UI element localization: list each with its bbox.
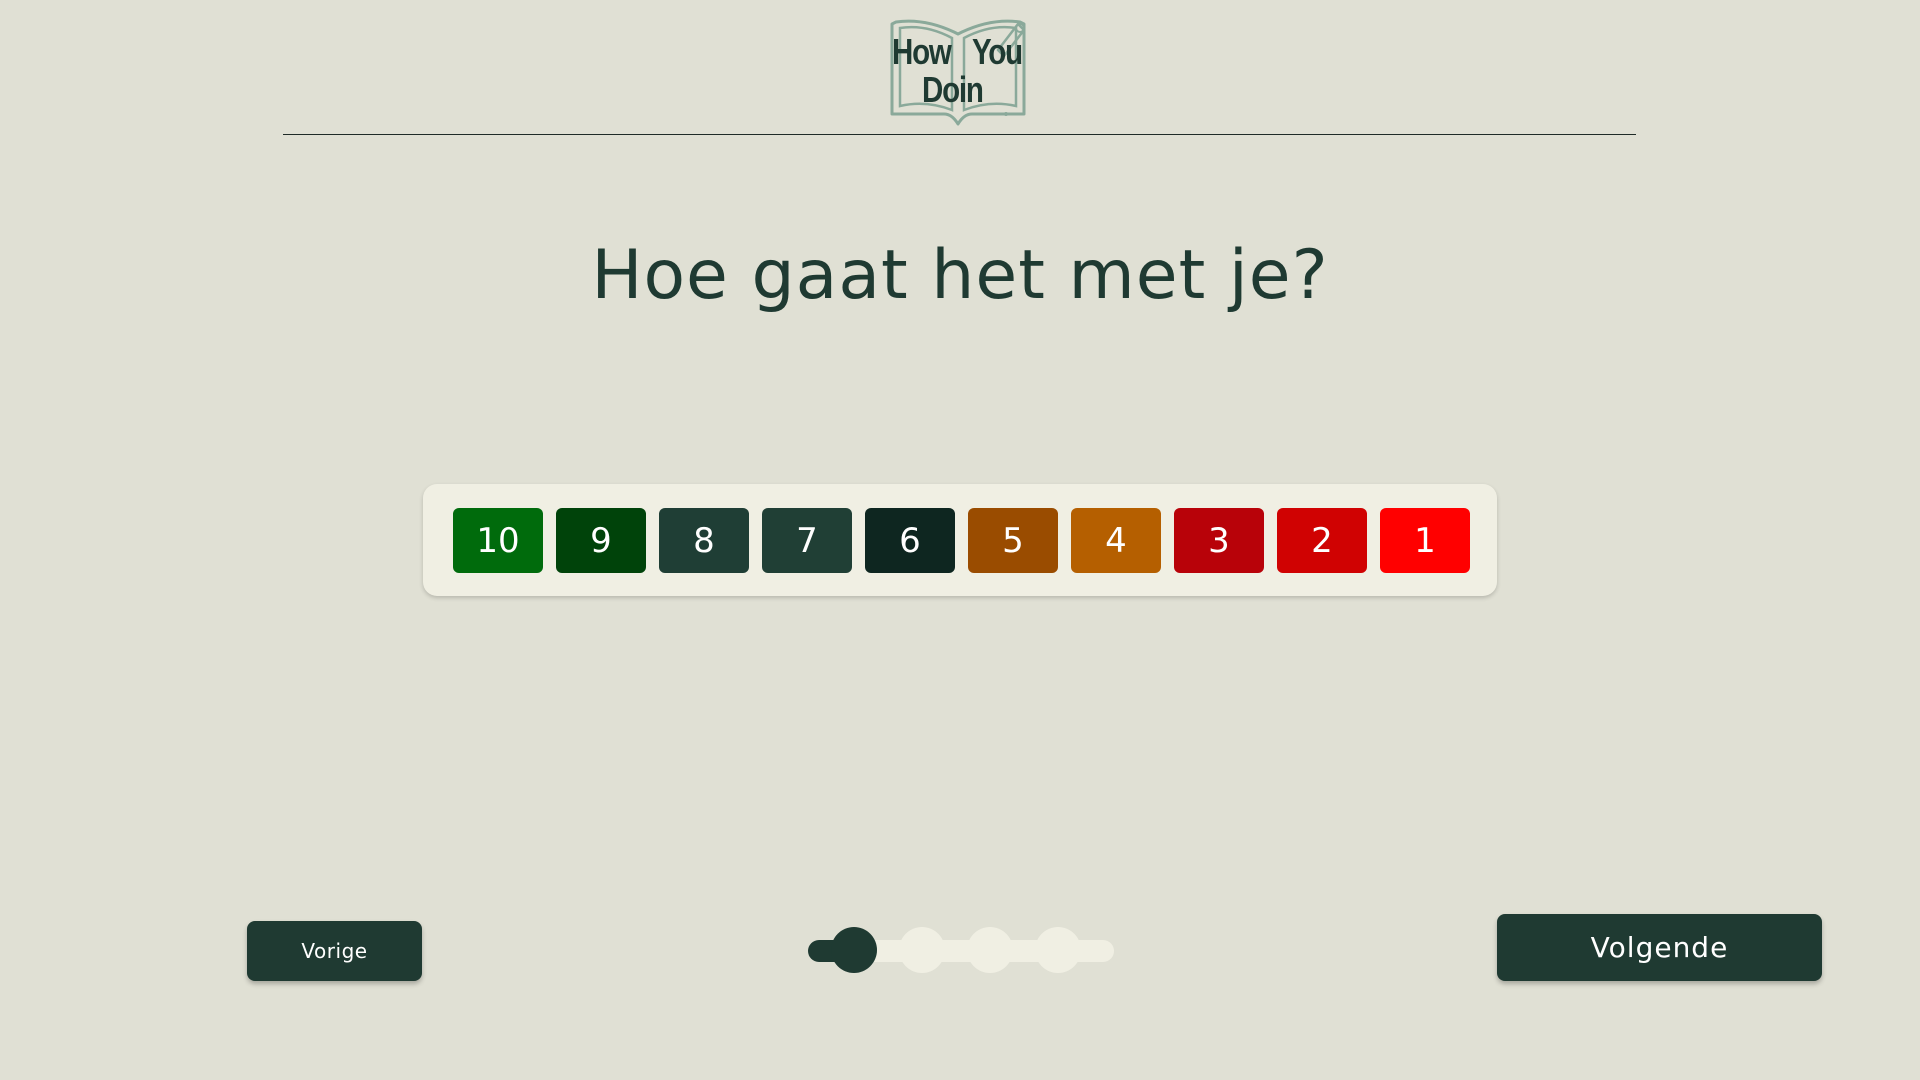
rating-button-7[interactable]: 7 [762,508,852,573]
rating-button-4[interactable]: 4 [1071,508,1161,573]
app-logo: How You Doin [886,10,1032,126]
rating-scale: 10 9 8 7 6 5 4 3 2 1 [453,508,1470,573]
rating-button-1[interactable]: 1 [1380,508,1470,573]
rating-button-3[interactable]: 3 [1174,508,1264,573]
progress-step-1 [831,927,877,973]
header-divider [283,134,1636,135]
logo-word-doin: Doin [922,69,984,110]
progress-step-3 [967,927,1013,973]
previous-button[interactable]: Vorige [247,921,422,981]
progress-step-4 [1035,927,1081,973]
progress-indicator [808,925,1114,975]
rating-button-6[interactable]: 6 [865,508,955,573]
rating-button-2[interactable]: 2 [1277,508,1367,573]
rating-scale-panel: 10 9 8 7 6 5 4 3 2 1 [423,484,1497,596]
question-title: Hoe gaat het met je? [591,236,1329,315]
rating-button-8[interactable]: 8 [659,508,749,573]
logo-word-you: You [972,31,1023,72]
progress-step-2 [899,927,945,973]
rating-button-10[interactable]: 10 [453,508,543,573]
rating-button-9[interactable]: 9 [556,508,646,573]
rating-button-5[interactable]: 5 [968,508,1058,573]
logo-word-how: How [892,31,952,72]
next-button[interactable]: Volgende [1497,914,1822,981]
